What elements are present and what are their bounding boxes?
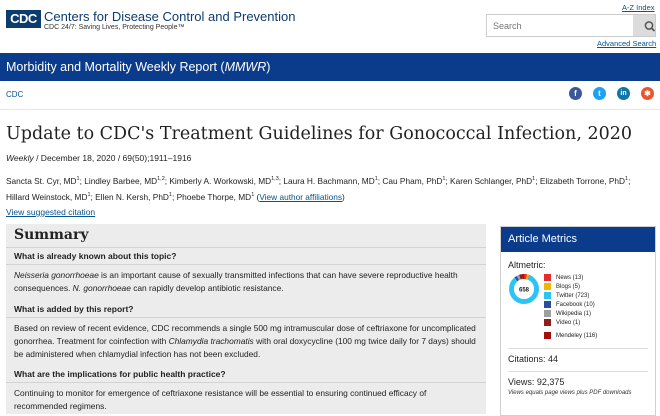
citations-count: Citations: 44 <box>508 354 559 364</box>
publication-title-abbrev: MMWR <box>224 60 267 74</box>
twitter-icon[interactable]: t <box>593 87 606 100</box>
breadcrumb-row: CDC <box>0 81 660 110</box>
breadcrumb[interactable]: CDC <box>6 90 23 99</box>
az-index-link[interactable]: A-Z Index <box>622 3 655 12</box>
altmetric-score: 658 <box>519 288 530 294</box>
author: Sancta St. Cyr, MD1; <box>6 175 85 186</box>
divider <box>508 348 648 349</box>
publication-title-prefix: Morbidity and Mortality Weekly Report ( <box>6 60 225 74</box>
views-count: Views: 92,375 <box>508 377 565 387</box>
search-icon <box>644 21 656 32</box>
author-list: Sancta St. Cyr, MD1; Lindley Barbee, MD1… <box>6 175 631 202</box>
publication-bar: Morbidity and Mortality Weekly Report (M… <box>0 53 660 81</box>
legend-item-mendeley: Mendeley (116) <box>544 332 654 341</box>
view-citation-link[interactable]: View suggested citation <box>6 207 95 217</box>
view-affiliations-link[interactable]: View author affiliations <box>259 192 342 202</box>
summary-question-3: What are the implications for public hea… <box>14 369 226 379</box>
article-meta: Weekly / December 18, 2020 / 69(50);1911… <box>6 153 191 163</box>
legend-swatch <box>544 283 551 290</box>
meta-weekly: Weekly <box>6 153 34 163</box>
author: Cau Pham, PhD1; <box>382 175 451 186</box>
summary-box: Summary What is already known about this… <box>6 224 486 414</box>
search-button[interactable] <box>633 15 656 36</box>
linkedin-icon[interactable]: in <box>617 87 630 100</box>
author: Elizabeth Torrone, PhD1; <box>539 175 631 186</box>
views-note: Views equals page views plus PDF downloa… <box>508 390 632 396</box>
site-header: CDC Centers for Disease Control and Prev… <box>0 0 660 53</box>
legend-item-twitter: Twitter (723) <box>544 292 654 301</box>
legend-swatch <box>544 301 551 308</box>
legend-item-blogs: Blogs (5) <box>544 283 654 292</box>
syndicate-icon[interactable]: ✱ <box>641 87 654 100</box>
summary-answer-2: Based on review of recent evidence, CDC … <box>14 323 476 359</box>
article-metrics-panel: Article Metrics Altmetric: 658 News (13)… <box>500 226 656 416</box>
legend-item-news: News (13) <box>544 274 654 283</box>
legend-swatch <box>544 310 551 317</box>
summary-question-1: What is already known about this topic? <box>14 251 177 261</box>
legend-item-wikipedia: Wikipedia (1) <box>544 310 654 319</box>
legend-swatch <box>544 332 551 339</box>
advanced-search-link[interactable]: Advanced Search <box>597 39 656 48</box>
divider <box>6 264 486 265</box>
altmetric-label: Altmetric: <box>508 260 546 270</box>
author: Lindley Barbee, MD1,2; <box>84 175 170 186</box>
search-input[interactable] <box>487 15 631 36</box>
cdc-logo[interactable]: CDC <box>6 10 41 28</box>
summary-question-2: What is added by this report? <box>14 304 134 314</box>
author: Karen Schlanger, PhD1; <box>450 175 540 186</box>
author: Laura H. Bachmann, MD1; <box>283 175 383 186</box>
legend-swatch <box>544 319 551 326</box>
divider <box>6 247 486 248</box>
author: Kimberly A. Workowski, MD1,3; <box>169 175 284 186</box>
author: Hillard Weinstock, MD1; <box>6 191 96 202</box>
legend-item-facebook: Facebook (10) <box>544 301 654 310</box>
facebook-icon[interactable]: f <box>569 87 582 100</box>
divider <box>6 382 486 383</box>
metrics-heading: Article Metrics <box>501 227 655 252</box>
author: Ellen N. Kersh, PhD1; <box>95 191 177 202</box>
publication-title-suffix: ) <box>266 60 271 74</box>
org-tagline: CDC 24/7: Saving Lives, Protecting Peopl… <box>44 24 185 31</box>
org-name[interactable]: Centers for Disease Control and Preventi… <box>44 9 295 24</box>
summary-answer-3: Continuing to monitor for emergence of c… <box>14 388 427 411</box>
publication-title[interactable]: Morbidity and Mortality Weekly Report (M… <box>6 60 270 74</box>
legend-swatch <box>544 292 551 299</box>
search-box <box>486 14 656 37</box>
divider <box>508 371 648 372</box>
altmetric-badge[interactable]: 658 <box>508 273 540 305</box>
legend-swatch <box>544 274 551 281</box>
meta-date-volume: / December 18, 2020 / 69(50);1911–1916 <box>33 153 192 163</box>
summary-heading: Summary <box>14 227 89 243</box>
summary-answer-1: Neisseria gonorrhoeae is an important ca… <box>14 270 458 293</box>
article-title: Update to CDC's Treatment Guidelines for… <box>6 124 632 144</box>
author: Phoebe Thorpe, MD1 <box>176 191 255 202</box>
divider <box>6 317 486 318</box>
legend-item-video: Video (1) <box>544 319 654 328</box>
